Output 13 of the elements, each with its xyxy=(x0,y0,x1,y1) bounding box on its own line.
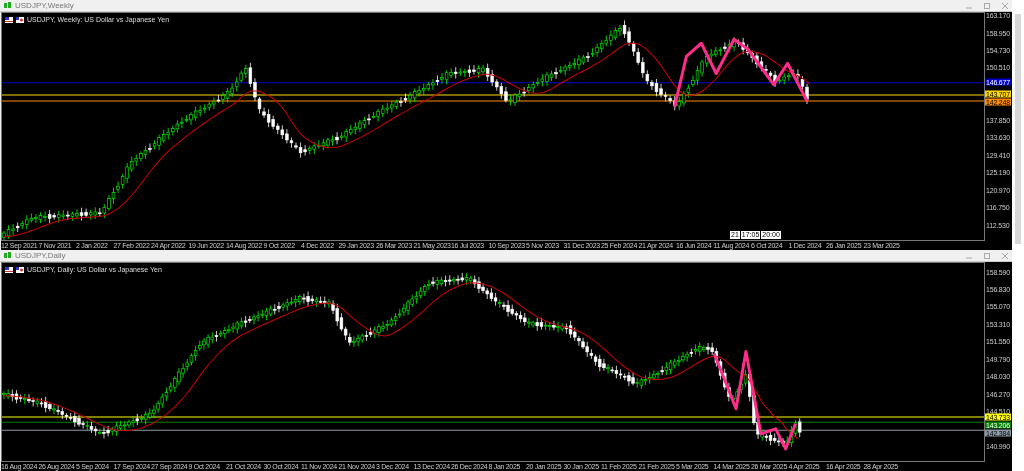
window-title: USDJPY,Weekly xyxy=(15,1,74,10)
app-icon xyxy=(4,252,12,259)
app-icon xyxy=(4,2,12,9)
flag-icon xyxy=(5,16,13,23)
flag-icon xyxy=(5,266,13,273)
close-icon[interactable] xyxy=(1002,252,1008,259)
maximize-icon[interactable] xyxy=(984,252,990,259)
flag-icon xyxy=(16,16,24,23)
close-icon[interactable] xyxy=(1002,2,1008,9)
window-title: USDJPY,Daily xyxy=(15,251,66,260)
flag-icon xyxy=(16,266,24,273)
maximize-icon[interactable] xyxy=(984,2,990,9)
scrollbar[interactable] xyxy=(1015,14,1021,244)
